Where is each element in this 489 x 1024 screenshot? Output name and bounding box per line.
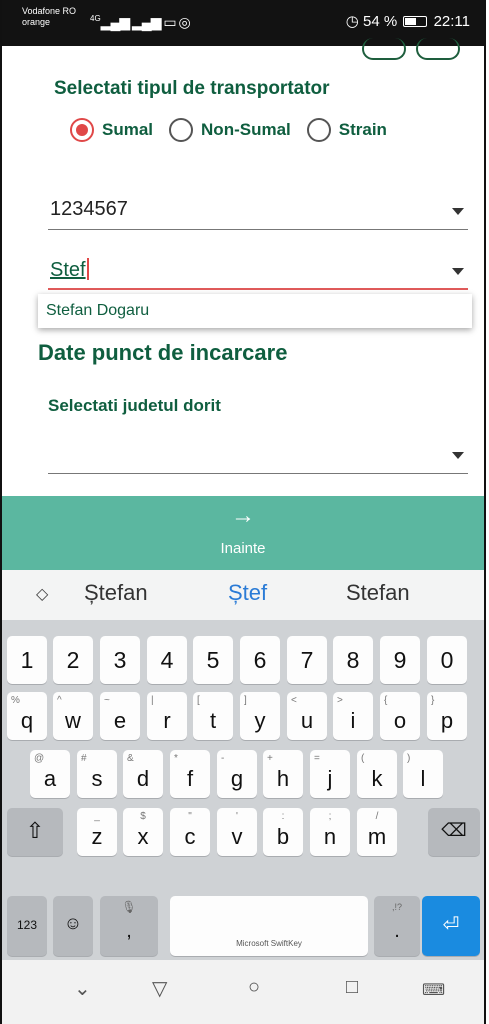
- key[interactable]: = j: [310, 750, 350, 798]
- key[interactable]: 4: [147, 636, 187, 684]
- suggestion-word-selected[interactable]: Ștef: [228, 580, 267, 606]
- home-icon[interactable]: ○: [248, 976, 260, 999]
- loading-point-heading: Date punct de incarcare: [38, 340, 288, 365]
- key[interactable]: -g: [217, 750, 257, 798]
- key[interactable]: + h: [263, 750, 303, 798]
- dropdown-arrow-icon[interactable]: [452, 268, 464, 275]
- carrier-id-dropdown[interactable]: 1234567: [48, 190, 468, 230]
- county-label: Selectati judetul dorit: [48, 396, 221, 415]
- text-cursor: [86, 258, 89, 280]
- driver-name-input[interactable]: Stef: [48, 250, 468, 290]
- key[interactable]: ~ e: [100, 692, 140, 740]
- hide-keyboard-icon[interactable]: ⌄: [74, 976, 91, 1001]
- key[interactable]: ] y: [240, 692, 280, 740]
- key[interactable]: / m: [357, 808, 397, 856]
- key[interactable]: 9: [380, 636, 420, 684]
- backspace-icon: ⌫: [441, 820, 467, 840]
- shift-key[interactable]: ⇧: [7, 808, 63, 856]
- key[interactable]: :b: [263, 808, 303, 856]
- numbers-mode-key[interactable]: 123: [7, 896, 47, 956]
- key[interactable]: _ z: [77, 808, 117, 856]
- suggestion-word[interactable]: Ștefan: [84, 580, 148, 606]
- key[interactable]: % q: [7, 692, 47, 740]
- key[interactable]: # s: [77, 750, 117, 798]
- arrow-right-icon: →: [231, 502, 255, 529]
- key[interactable]: (k: [357, 750, 397, 798]
- expand-suggestions-icon[interactable]: ◇: [36, 584, 48, 604]
- key[interactable]: $ x: [123, 808, 163, 856]
- key[interactable]: 7: [287, 636, 327, 684]
- enter-key[interactable]: ⏎: [422, 896, 480, 956]
- key[interactable]: {o: [380, 692, 420, 740]
- key[interactable]: * f: [170, 750, 210, 798]
- battery-percent: 54 %: [363, 13, 398, 30]
- key[interactable]: ; n: [310, 808, 350, 856]
- back-icon[interactable]: ▽: [152, 976, 167, 1001]
- autocomplete-popup: Stefan Dogaru: [38, 294, 472, 328]
- clock: 22:11: [433, 13, 470, 30]
- suggestion-word[interactable]: Stefan: [346, 580, 410, 606]
- key[interactable]: < u: [287, 692, 327, 740]
- shift-icon: ⇧: [25, 818, 45, 843]
- emoji-icon: ☺: [63, 913, 83, 933]
- signal-icon: 4G▂▄▆ ▂▄▆ ▭ ◎: [90, 14, 191, 30]
- alarm-icon: ◷: [345, 13, 359, 30]
- key[interactable]: } p: [427, 692, 467, 740]
- keyboard-icon[interactable]: ⌨: [422, 980, 445, 1000]
- radio-unchecked-icon: [306, 118, 331, 142]
- key[interactable]: ' v: [217, 808, 257, 856]
- key[interactable]: | r: [147, 692, 187, 740]
- radio-non-sumal[interactable]: Non-Sumal: [169, 118, 291, 142]
- key[interactable]: 1: [7, 636, 47, 684]
- key[interactable]: 5: [193, 636, 233, 684]
- carrier-type-title: Selectati tipul de transportator: [54, 78, 330, 99]
- carrier-type-radio-group: Sumal Non-Sumal Strain: [70, 118, 403, 142]
- navigation-bar: ⌄ ▽ ○ □ ⌨: [2, 960, 484, 1024]
- key[interactable]: 6: [240, 636, 280, 684]
- carrier-label: Vodafone RO orange: [22, 6, 77, 27]
- key[interactable]: ^ w: [53, 692, 93, 740]
- county-dropdown[interactable]: [48, 434, 468, 474]
- status-bar: Vodafone RO orange 4G▂▄▆ ▂▄▆ ▭ ◎ ◷ 54 % …: [2, 0, 484, 46]
- period-key[interactable]: ,!?.: [374, 896, 420, 956]
- microphone-icon: 🎙: [121, 900, 137, 914]
- key[interactable]: @ a: [30, 750, 70, 798]
- radio-strain[interactable]: Strain: [306, 118, 387, 142]
- key[interactable]: > i: [333, 692, 373, 740]
- emoji-key[interactable]: ☺: [53, 896, 93, 956]
- radio-unchecked-icon: [169, 118, 194, 142]
- keyboard: 1 2 3 4 5 6 7 8 9 0 % q ^ w ~ e | r [t ] y < u…: [2, 620, 484, 960]
- recents-icon[interactable]: □: [346, 976, 358, 999]
- space-key[interactable]: Microsoft SwiftKey: [170, 896, 368, 956]
- app-content: Selectati tipul de transportator Sumal N…: [2, 38, 484, 496]
- battery-icon: [403, 16, 428, 27]
- comma-key[interactable]: 🎙,: [100, 896, 158, 956]
- enter-icon: ⏎: [442, 914, 460, 936]
- key[interactable]: " c: [170, 808, 210, 856]
- autocomplete-item[interactable]: Stefan Dogaru: [46, 302, 149, 320]
- hidden-button-edge[interactable]: [416, 38, 460, 60]
- screen: Vodafone RO orange 4G▂▄▆ ▂▄▆ ▭ ◎ ◷ 54 % …: [0, 0, 489, 1024]
- key[interactable]: 8: [333, 636, 373, 684]
- key[interactable]: 3: [100, 636, 140, 684]
- key[interactable]: 0: [427, 636, 467, 684]
- radio-checked-icon: [70, 118, 94, 142]
- key[interactable]: [t: [193, 692, 233, 740]
- status-right: ◷ 54 % 22:11: [346, 12, 470, 30]
- dropdown-arrow-icon[interactable]: [452, 208, 464, 215]
- backspace-key[interactable]: ⌫: [428, 808, 480, 856]
- key[interactable]: ) l: [403, 750, 443, 798]
- next-button[interactable]: → Inainte: [2, 496, 484, 570]
- hidden-button-edge[interactable]: [362, 38, 406, 60]
- frame-border: [484, 0, 486, 1024]
- dropdown-arrow-icon[interactable]: [452, 452, 464, 459]
- radio-sumal[interactable]: Sumal: [70, 118, 153, 142]
- frame-border: [0, 0, 2, 1024]
- suggestion-strip: ◇ Ștefan Ștef Stefan: [2, 570, 484, 620]
- key[interactable]: & d: [123, 750, 163, 798]
- key[interactable]: 2: [53, 636, 93, 684]
